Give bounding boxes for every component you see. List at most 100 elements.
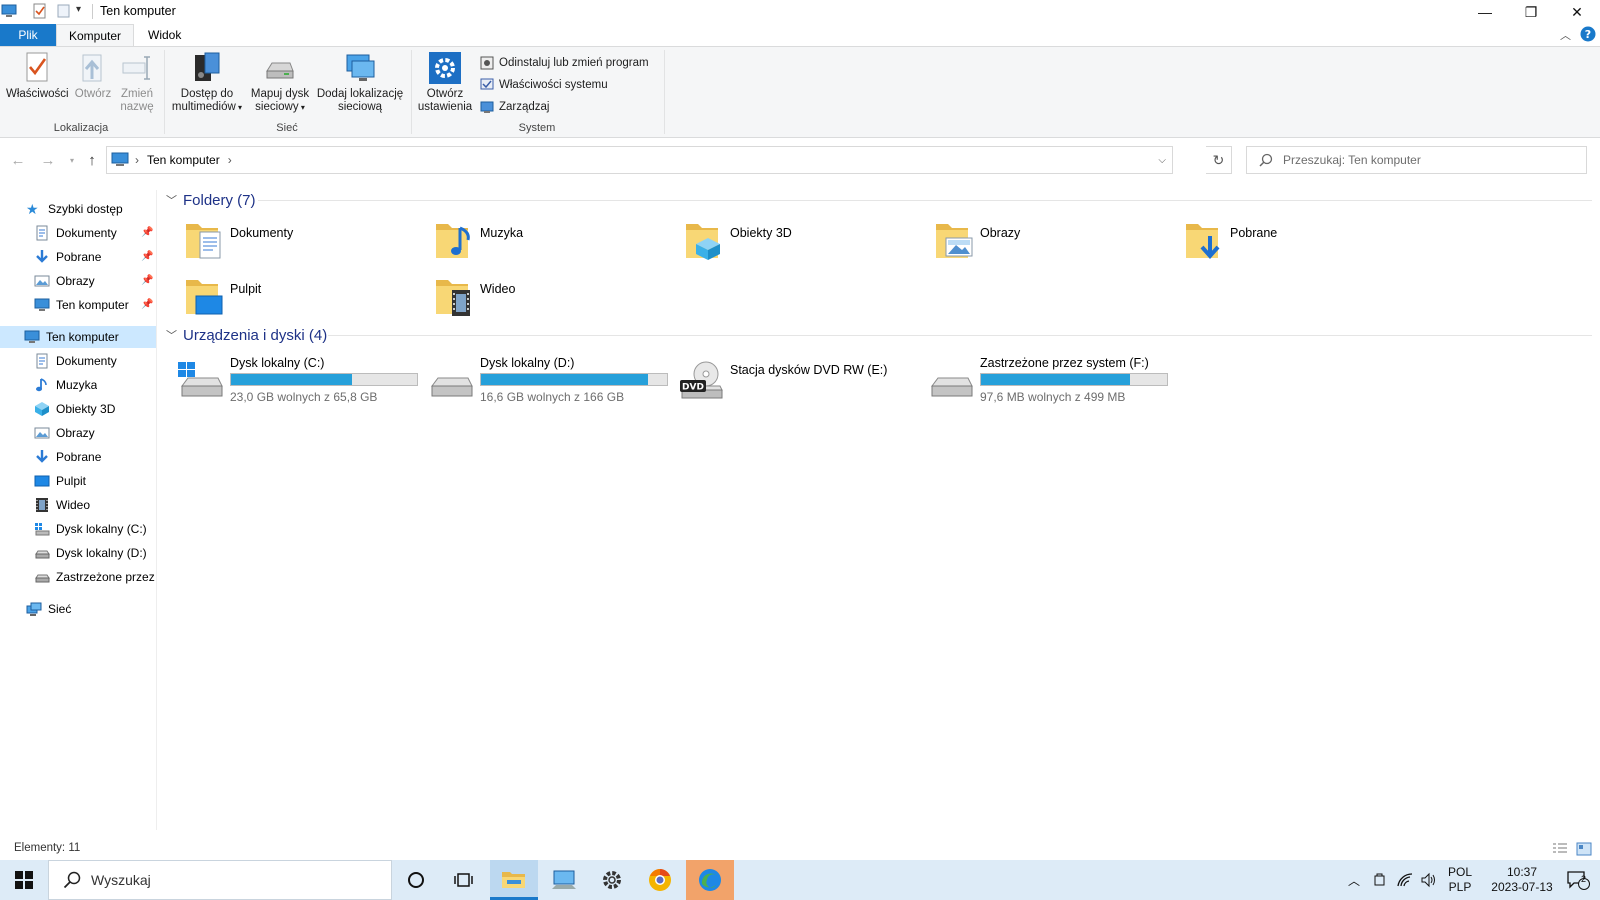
gear-icon bbox=[429, 52, 461, 84]
folder-pulpit[interactable]: Pulpit bbox=[158, 274, 398, 322]
refresh-button[interactable]: ↻ bbox=[1206, 146, 1232, 174]
forward-button[interactable]: → bbox=[38, 150, 58, 170]
nav-pc-obiekty-3d[interactable]: Obiekty 3D bbox=[34, 398, 115, 420]
restore-button[interactable]: ❐ bbox=[1508, 0, 1554, 24]
nav-quick-ten-komputer[interactable]: Ten komputer bbox=[34, 294, 129, 316]
folder-dokumenty[interactable]: Dokumenty bbox=[158, 218, 398, 266]
folders-section-header[interactable]: ﹀ Foldery (7) bbox=[166, 189, 1592, 211]
nav-label: Pulpit bbox=[56, 474, 87, 488]
windows-drive-icon bbox=[35, 523, 50, 536]
tray-meet-icon[interactable] bbox=[1372, 860, 1388, 900]
title-bar: ▾ Ten komputer — ❐ ✕ bbox=[0, 0, 1600, 24]
folder-name: Pulpit bbox=[230, 282, 262, 296]
cortana-button[interactable] bbox=[392, 860, 440, 900]
tray-wifi-icon[interactable] bbox=[1396, 860, 1414, 900]
breadcrumb-ten-komputer[interactable]: Ten komputer bbox=[147, 153, 220, 167]
nav-pc-muzyka[interactable]: Muzyka bbox=[34, 374, 97, 396]
nav-pc-dysk-c[interactable]: Dysk lokalny (C:) bbox=[34, 518, 147, 540]
map-network-drive-button[interactable]: Mapuj dysk sieciowy ▾ bbox=[248, 51, 312, 114]
breadcrumb-separator-icon[interactable]: › bbox=[228, 153, 232, 167]
ribbon-tabs: Plik Komputer Widok ︿ ? bbox=[0, 24, 1600, 47]
drive-d[interactable]: Dysk lokalny (D:) 16,6 GB wolnych z 166 … bbox=[408, 354, 668, 410]
desktop-icon bbox=[34, 475, 50, 487]
pin-icon[interactable]: 📌 bbox=[141, 275, 153, 286]
nav-label: Ten komputer bbox=[46, 330, 119, 344]
refresh-icon: ↻ bbox=[1212, 151, 1225, 168]
tab-plik[interactable]: Plik bbox=[0, 24, 56, 46]
drive-e-dvd[interactable]: DVD Stacja dysków DVD RW (E:) bbox=[658, 354, 908, 410]
tray-clock[interactable]: 10:37 2023-07-13 bbox=[1482, 860, 1562, 900]
up-button[interactable]: ↑ bbox=[82, 150, 102, 170]
large-icons-view-icon[interactable] bbox=[1576, 842, 1592, 856]
open-settings-button[interactable]: Otwórz ustawienia bbox=[414, 51, 476, 114]
start-button[interactable] bbox=[0, 860, 48, 900]
address-dropdown-icon[interactable]: ⌵ bbox=[1158, 155, 1166, 166]
task-view-button[interactable] bbox=[440, 860, 488, 900]
nav-quick-obrazy[interactable]: Obrazy bbox=[34, 270, 95, 292]
drive-name: Stacja dysków DVD RW (E:) bbox=[730, 363, 888, 377]
nav-siec[interactable]: Sieć bbox=[26, 598, 71, 620]
drive-f[interactable]: Zastrzeżone przez system (F:) 97,6 MB wo… bbox=[908, 354, 1168, 410]
task-view-icon bbox=[454, 873, 473, 887]
taskbar-file-explorer[interactable] bbox=[490, 860, 538, 900]
nav-pc-dokumenty[interactable]: Dokumenty bbox=[34, 350, 117, 372]
folder-pobrane[interactable]: Pobrane bbox=[1158, 218, 1398, 266]
pin-icon[interactable]: 📌 bbox=[141, 299, 153, 310]
system-properties-button[interactable]: Właściwości systemu bbox=[480, 75, 608, 95]
action-center-button[interactable]: 2 bbox=[1566, 860, 1590, 900]
svg-text:DVD: DVD bbox=[682, 383, 704, 393]
properties-button[interactable]: Właściwości bbox=[6, 51, 69, 101]
folder-obiekty-3d[interactable]: Obiekty 3D bbox=[658, 218, 898, 266]
folder-wideo[interactable]: Wideo bbox=[408, 274, 648, 322]
folder-obrazy[interactable]: Obrazy bbox=[908, 218, 1148, 266]
nav-pc-wideo[interactable]: Wideo bbox=[34, 494, 90, 516]
system-properties-label: Właściwości systemu bbox=[499, 79, 608, 91]
collapse-ribbon-icon[interactable]: ︿ bbox=[1560, 27, 1571, 43]
drive-c[interactable]: Dysk lokalny (C:) 23,0 GB wolnych z 65,8… bbox=[158, 354, 418, 410]
folder-muzyka[interactable]: Muzyka bbox=[408, 218, 648, 266]
taskbar-settings[interactable] bbox=[588, 860, 636, 900]
add-network-location-button[interactable]: Dodaj lokalizację sieciową bbox=[314, 51, 406, 114]
close-button[interactable]: ✕ bbox=[1554, 0, 1600, 24]
properties-icon[interactable] bbox=[32, 3, 48, 19]
nav-pc-dysk-f[interactable]: Zastrzeżone przez sy bbox=[34, 566, 156, 588]
nav-pc-obrazy[interactable]: Obrazy bbox=[34, 422, 95, 444]
back-button[interactable]: ← bbox=[8, 150, 28, 170]
nav-quick-access[interactable]: ★ Szybki dostęp bbox=[26, 198, 123, 220]
tab-widok[interactable]: Widok bbox=[136, 24, 193, 46]
pin-icon[interactable]: 📌 bbox=[141, 251, 153, 262]
taskbar-network-app[interactable] bbox=[540, 860, 588, 900]
address-toolbar: ← → ▾ ↑ › Ten komputer › ⌵ ↻ Przeszukaj:… bbox=[0, 144, 1600, 176]
help-icon[interactable]: ? bbox=[1580, 26, 1596, 42]
recent-locations-button[interactable]: ▾ bbox=[62, 150, 82, 170]
new-folder-icon[interactable] bbox=[56, 3, 72, 19]
taskbar-search-box[interactable]: Wyszukaj bbox=[48, 860, 392, 900]
group-label-system: System bbox=[518, 122, 556, 134]
address-bar[interactable]: › Ten komputer › ⌵ bbox=[106, 146, 1173, 174]
nav-quick-dokumenty[interactable]: Dokumenty bbox=[34, 222, 117, 244]
details-view-icon[interactable] bbox=[1552, 842, 1568, 856]
taskbar-chrome-canary[interactable] bbox=[636, 860, 684, 900]
nav-pc-pobrane[interactable]: Pobrane bbox=[34, 446, 101, 468]
nav-quick-pobrane[interactable]: Pobrane bbox=[34, 246, 101, 268]
taskbar-edge[interactable] bbox=[686, 860, 734, 900]
nav-ten-komputer[interactable]: Ten komputer bbox=[0, 326, 156, 348]
rename-button[interactable]: Zmień nazwę bbox=[116, 51, 158, 114]
tab-komputer[interactable]: Komputer bbox=[56, 24, 135, 47]
open-button[interactable]: Otwórz bbox=[70, 51, 116, 101]
tray-language[interactable]: POL PLP bbox=[1448, 860, 1472, 900]
map-drive-label-1: Mapuj dysk bbox=[250, 88, 310, 100]
nav-pc-pulpit[interactable]: Pulpit bbox=[34, 470, 86, 492]
media-access-button[interactable]: Dostęp do multimediów ▾ bbox=[168, 51, 246, 114]
devices-section-header[interactable]: ﹀ Urządzenia i dyski (4) bbox=[166, 324, 1592, 346]
tray-chevron-up-icon[interactable]: ︿ bbox=[1348, 860, 1360, 900]
uninstall-program-button[interactable]: Odinstaluj lub zmień program bbox=[480, 53, 649, 73]
customize-quick-access-icon[interactable]: ▾ bbox=[76, 4, 81, 15]
pin-icon[interactable]: 📌 bbox=[141, 227, 153, 238]
nav-pc-dysk-d[interactable]: Dysk lokalny (D:) bbox=[34, 542, 147, 564]
minimize-button[interactable]: — bbox=[1462, 0, 1508, 24]
manage-button[interactable]: Zarządzaj bbox=[480, 97, 550, 117]
windows-drive-icon bbox=[178, 362, 223, 397]
search-box[interactable]: Przeszukaj: Ten komputer bbox=[1246, 146, 1587, 174]
tray-volume-icon[interactable] bbox=[1420, 860, 1438, 900]
